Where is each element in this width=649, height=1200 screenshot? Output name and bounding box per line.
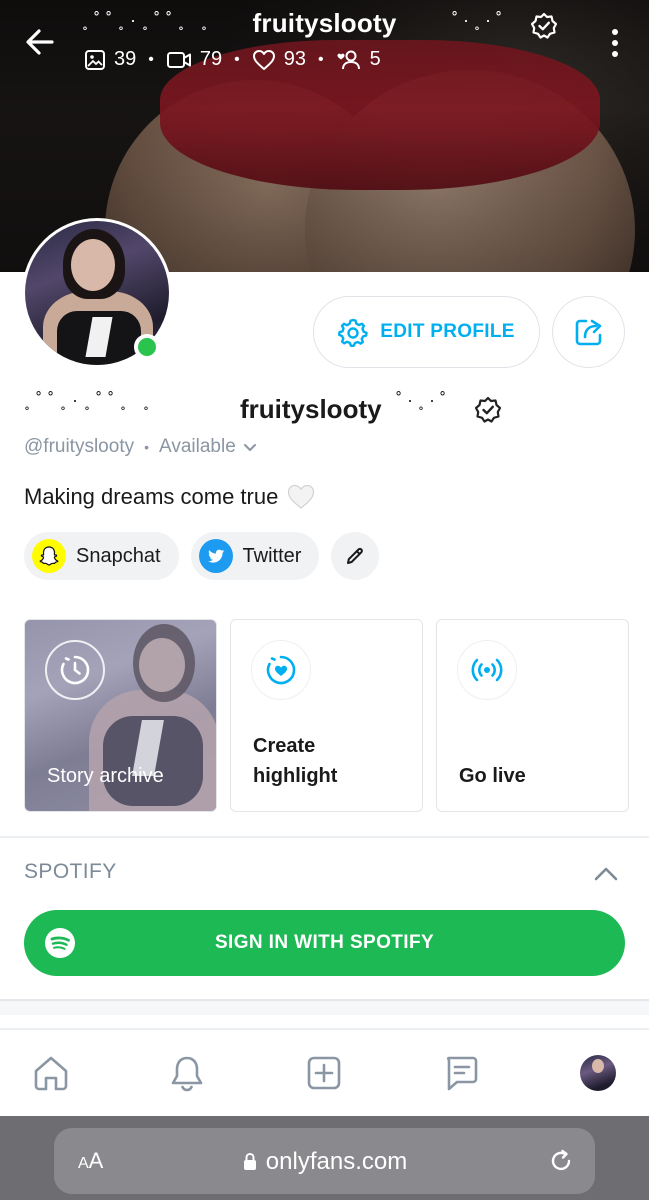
- sign-in-spotify-button[interactable]: SIGN IN WITH SPOTIFY: [24, 910, 625, 976]
- name-decoration-right: ˚·˳·˚: [396, 390, 451, 410]
- bio-text: Making dreams come true: [24, 484, 279, 509]
- availability-dropdown[interactable]: Available: [159, 436, 258, 458]
- story-archive-card[interactable]: Story archive: [24, 619, 217, 812]
- more-options-button[interactable]: [603, 26, 627, 60]
- twitter-link[interactable]: Twitter: [190, 532, 320, 580]
- twitter-label: Twitter: [242, 544, 302, 567]
- profile-name-row: ˳˚˚˳·˳˚˚˳ ˳ fruityslooty ˚·˳·˚: [24, 390, 624, 430]
- photos-stat[interactable]: 39: [84, 48, 136, 71]
- pencil-icon: [347, 547, 364, 564]
- sign-in-spotify-label: SIGN IN WITH SPOTIFY: [214, 932, 435, 953]
- video-icon: [166, 51, 191, 68]
- videos-count: 79: [199, 48, 223, 70]
- fans-icon: [337, 50, 360, 69]
- name-decoration-right: ˚·˳·˚: [452, 10, 507, 30]
- top-bar: ˳˚˚˳·˳˚˚˳ ˳ fruityslooty ˚·˳·˚ 39 • 79 •: [0, 0, 649, 80]
- home-icon: [34, 1056, 68, 1091]
- go-live-label: Go live: [459, 765, 526, 787]
- display-name: fruityslooty: [240, 394, 382, 424]
- bell-icon: [171, 1056, 203, 1092]
- create-highlight-line-1: Create: [253, 735, 316, 757]
- twitter-icon: [198, 539, 233, 573]
- edit-profile-label: EDIT PROFILE: [380, 321, 515, 342]
- snapchat-icon: [32, 539, 66, 573]
- profile-bio: Making dreams come true: [24, 482, 316, 512]
- verified-badge-icon: [530, 12, 558, 39]
- nav-new-post[interactable]: [301, 1050, 347, 1096]
- create-highlight-label: Create highlight: [253, 731, 337, 791]
- videos-stat[interactable]: 79: [166, 48, 222, 71]
- gear-icon: [338, 318, 368, 347]
- edit-links-button[interactable]: [331, 532, 380, 580]
- highlights-row: Story archive Create highlight Go live: [24, 619, 629, 812]
- browser-toolbar: AA onlyfans.com: [0, 1116, 649, 1200]
- chevron-up-icon: [594, 867, 618, 881]
- section-divider: [0, 836, 649, 838]
- message-icon: [446, 1056, 478, 1091]
- handle-row: @fruityslooty • Available: [24, 436, 258, 458]
- chevron-down-icon: [243, 444, 256, 451]
- verified-badge-icon: [474, 396, 502, 423]
- fans-stat[interactable]: 5: [336, 48, 381, 71]
- spotify-section-title: SPOTIFY: [24, 860, 117, 883]
- white-heart-icon: [288, 484, 315, 509]
- availability-status: Available: [159, 436, 236, 457]
- url-display: onlyfans.com: [54, 1148, 595, 1176]
- reload-icon[interactable]: [548, 1148, 574, 1174]
- likes-count: 93: [283, 48, 306, 70]
- plus-square-icon: [307, 1056, 341, 1090]
- photos-count: 39: [114, 48, 137, 70]
- name-decoration-left: ˳˚˚˳·˳˚˚˳ ˳: [24, 390, 155, 410]
- profile-stats: 39 • 79 • 93 • 5: [84, 48, 381, 71]
- create-highlight-card[interactable]: Create highlight: [230, 619, 423, 812]
- likes-stat[interactable]: 93: [252, 48, 306, 71]
- nav-notifications[interactable]: [164, 1050, 210, 1096]
- social-links: Snapchat Twitter: [24, 532, 380, 580]
- image-icon: [85, 49, 105, 70]
- collapse-spotify-button[interactable]: [592, 862, 620, 886]
- history-icon: [45, 640, 105, 700]
- edit-profile-button[interactable]: EDIT PROFILE: [313, 296, 540, 368]
- nav-messages[interactable]: [438, 1050, 484, 1096]
- url-text: onlyfans.com: [265, 1148, 408, 1175]
- share-button[interactable]: [552, 296, 625, 368]
- username-handle: @fruityslooty: [24, 436, 135, 457]
- bottom-navigation: [0, 1030, 649, 1116]
- more-vertical-icon: [612, 29, 618, 57]
- snapchat-link[interactable]: Snapchat: [24, 532, 179, 580]
- nav-home[interactable]: [28, 1050, 74, 1096]
- heart-icon: [252, 49, 275, 70]
- story-archive-label: Story archive: [47, 765, 164, 787]
- share-icon: [575, 319, 601, 346]
- lock-icon: [243, 1152, 256, 1170]
- nav-avatar: [580, 1055, 616, 1091]
- fans-count: 5: [369, 48, 381, 70]
- highlight-heart-icon: [251, 640, 311, 700]
- snapchat-label: Snapchat: [76, 544, 161, 567]
- spotify-icon: [45, 928, 75, 958]
- section-gap: [0, 1001, 649, 1015]
- online-status-indicator: [134, 334, 160, 360]
- go-live-card[interactable]: Go live: [436, 619, 629, 812]
- broadcast-icon: [457, 640, 517, 700]
- create-highlight-line-2: highlight: [253, 765, 338, 787]
- address-bar[interactable]: AA onlyfans.com: [54, 1128, 595, 1194]
- nav-profile[interactable]: [575, 1050, 621, 1096]
